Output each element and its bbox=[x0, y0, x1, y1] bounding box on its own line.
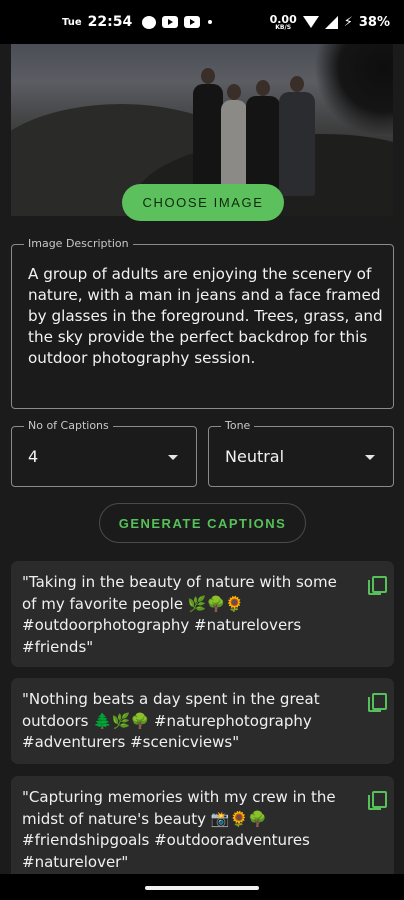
status-time: 22:54 bbox=[87, 14, 133, 30]
charging-bolt-icon: ⚡ bbox=[343, 14, 353, 30]
caption-card: "Nothing beats a day spent in the great … bbox=[11, 678, 394, 764]
status-day: Tue bbox=[62, 16, 82, 28]
photo-person bbox=[279, 76, 315, 196]
youtube-notification-icon bbox=[162, 16, 179, 28]
message-notification-icon bbox=[142, 15, 157, 29]
youtube-notification-icon bbox=[184, 16, 201, 28]
captions-count-value: 4 bbox=[28, 447, 39, 466]
status-bar: Tue 22:54 0.00 KB/S ⚡ 38% bbox=[0, 0, 404, 44]
photo-person bbox=[221, 84, 247, 196]
caption-text: "Taking in the beauty of nature with som… bbox=[22, 573, 337, 656]
image-description-field[interactable]: Image Description A group of adults are … bbox=[11, 237, 394, 409]
wifi-icon bbox=[302, 16, 319, 28]
app-screen: Tue 22:54 0.00 KB/S ⚡ 38% CHOOSE IMAGE I… bbox=[0, 0, 404, 900]
caption-text: "Nothing beats a day spent in the great … bbox=[22, 690, 320, 751]
caption-text: "Capturing memories with my crew in the … bbox=[22, 788, 336, 871]
copy-icon[interactable] bbox=[368, 576, 387, 595]
copy-icon[interactable] bbox=[368, 693, 387, 712]
choose-image-button[interactable]: CHOOSE IMAGE bbox=[122, 184, 284, 221]
home-gesture-handle[interactable] bbox=[145, 886, 259, 890]
tone-label: Tone bbox=[221, 419, 255, 432]
tone-value: Neutral bbox=[225, 447, 285, 466]
caret-down-icon bbox=[168, 455, 178, 460]
copy-icon[interactable] bbox=[368, 791, 387, 810]
image-description-label: Image Description bbox=[24, 237, 133, 250]
captions-count-select[interactable]: No of Captions 4 bbox=[11, 419, 197, 487]
network-speed-unit: KB/S bbox=[275, 23, 292, 31]
caption-card: "Taking in the beauty of nature with som… bbox=[11, 561, 394, 667]
more-notifications-dot-icon bbox=[208, 20, 213, 24]
captions-count-label: No of Captions bbox=[24, 419, 113, 432]
caret-down-icon bbox=[365, 455, 375, 460]
tone-select[interactable]: Tone Neutral bbox=[208, 419, 394, 487]
photo-person bbox=[246, 80, 280, 196]
network-speed: 0.00 KB/S bbox=[270, 14, 297, 31]
status-left: Tue 22:54 bbox=[62, 14, 213, 30]
generate-captions-button[interactable]: GENERATE CAPTIONS bbox=[99, 503, 306, 543]
cell-signal-icon bbox=[324, 15, 338, 29]
battery-percentage: 38% bbox=[358, 14, 390, 30]
image-description-text[interactable]: A group of adults are enjoying the scene… bbox=[28, 264, 383, 369]
network-speed-value: 0.00 bbox=[269, 12, 297, 26]
photo-person bbox=[193, 68, 223, 196]
photo-tree bbox=[311, 44, 393, 134]
status-right: 0.00 KB/S ⚡ 38% bbox=[270, 14, 390, 31]
navigation-bar bbox=[0, 874, 404, 900]
